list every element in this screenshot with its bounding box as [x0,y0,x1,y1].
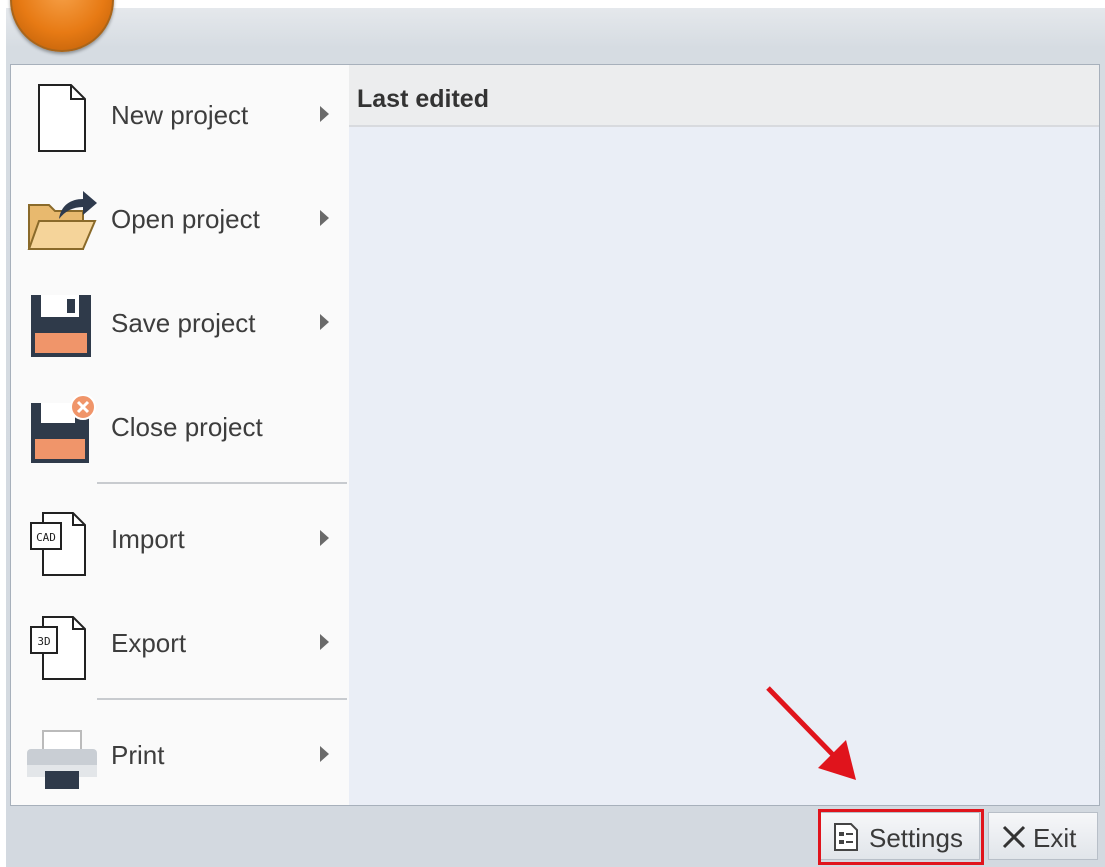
submenu-arrow-icon [320,530,329,546]
submenu-arrow-icon [320,210,329,226]
close-icon [1002,825,1026,849]
3d-export-icon: 3D [30,616,86,680]
submenu-arrow-icon [320,314,329,330]
settings-icon [834,823,858,851]
menu-separator [97,698,347,700]
3d-icon-text: 3D [37,635,50,648]
application-menu-button[interactable] [10,0,114,52]
close-project-icon [31,394,96,463]
application-menu: New project Open project Save project Cl… [10,64,1100,806]
cad-icon-text: CAD [36,531,56,544]
menu-separator [97,482,347,484]
new-project-label: New project [111,100,249,130]
import-item[interactable]: CAD Import [11,491,349,587]
submenu-arrow-icon [320,634,329,650]
submenu-arrow-icon [320,106,329,122]
floppy-disk-icon [31,295,91,357]
printer-icon [27,730,97,789]
close-project-label: Close project [111,412,263,442]
print-label: Print [111,740,165,770]
open-project-item[interactable]: Open project [11,171,349,267]
blank-document-icon [38,84,86,152]
settings-label: Settings [869,823,963,853]
export-item[interactable]: 3D Export [11,595,349,691]
open-project-label: Open project [111,204,260,234]
exit-label: Exit [1033,823,1077,853]
print-item[interactable]: Print [11,707,349,803]
menu-footer: Settings Exit [10,808,1100,867]
annotation-arrow-icon [766,686,856,780]
recent-files-header: Last edited [349,65,1099,127]
open-folder-icon [27,191,97,250]
close-project-item[interactable]: Close project [11,379,349,475]
command-list: New project Open project Save project Cl… [11,65,350,805]
new-project-item[interactable]: New project [11,67,349,163]
submenu-arrow-icon [320,746,329,762]
save-project-label: Save project [111,308,256,338]
export-label: Export [111,628,187,658]
recent-files-panel: Last edited [349,65,1099,805]
settings-button[interactable]: Settings [820,812,980,860]
save-project-item[interactable]: Save project [11,275,349,371]
exit-button[interactable]: Exit [988,812,1098,860]
cad-import-icon: CAD [30,512,86,576]
import-label: Import [111,524,185,554]
